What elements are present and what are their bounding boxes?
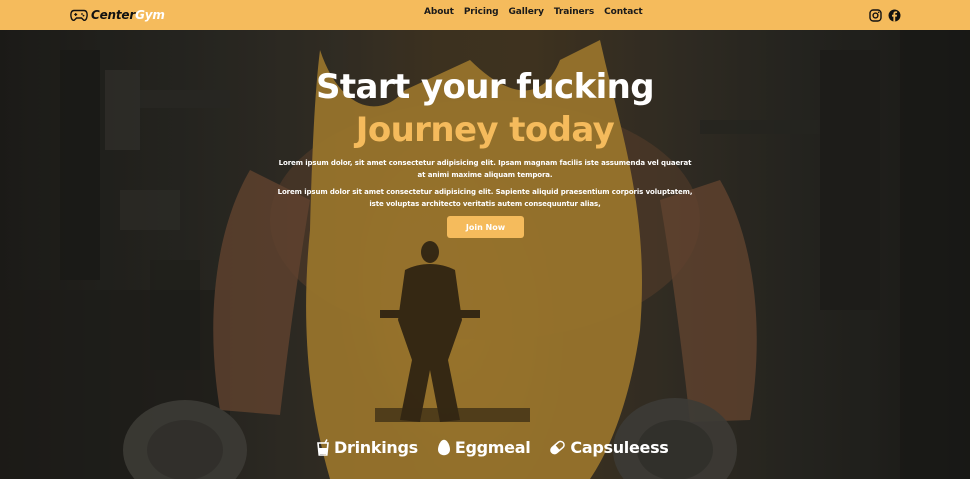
feature-label: Drinkings xyxy=(334,438,418,457)
instagram-icon[interactable] xyxy=(869,7,882,22)
nav-link-about[interactable]: About xyxy=(424,7,454,17)
gamepad-icon xyxy=(70,9,88,21)
main-nav: About Pricing Gallery Trainers Contact xyxy=(424,7,653,17)
egg-icon xyxy=(437,439,450,456)
hero-section: Start your fucking Journey today Lorem i… xyxy=(0,30,970,479)
feature-eggmeal: Eggmeal xyxy=(437,438,531,457)
feature-label: Capsuleess xyxy=(570,438,669,457)
feature-capsuleess: Capsuleess xyxy=(549,438,669,457)
feature-drinkings: Drinkings xyxy=(316,438,418,457)
feature-list: Drinkings Eggmeal Capsuleess xyxy=(316,438,669,457)
join-now-button[interactable]: Join Now xyxy=(447,216,524,238)
hero-title-line1: Start your fucking xyxy=(315,67,655,107)
feature-label: Eggmeal xyxy=(454,438,531,457)
facebook-icon[interactable] xyxy=(888,7,901,22)
nav-link-trainers[interactable]: Trainers xyxy=(554,7,594,17)
nav-link-contact[interactable]: Contact xyxy=(604,7,643,17)
brand-logo[interactable]: CenterGym xyxy=(70,6,165,24)
hero-paragraph-2: Lorem ipsum dolor sit amet consectetur a… xyxy=(277,188,693,208)
hero-title-line2: Journey today xyxy=(355,110,615,150)
hero-paragraph-1: Lorem ipsum dolor, sit amet consectetur … xyxy=(278,159,692,179)
brand-name: CenterGym xyxy=(91,8,165,22)
capsule-icon xyxy=(550,440,566,455)
top-navbar: CenterGym About Pricing Gallery Trainers… xyxy=(0,0,970,30)
cup-icon xyxy=(317,439,329,456)
nav-link-gallery[interactable]: Gallery xyxy=(509,7,544,17)
nav-link-pricing[interactable]: Pricing xyxy=(464,7,499,17)
social-links xyxy=(869,7,901,22)
